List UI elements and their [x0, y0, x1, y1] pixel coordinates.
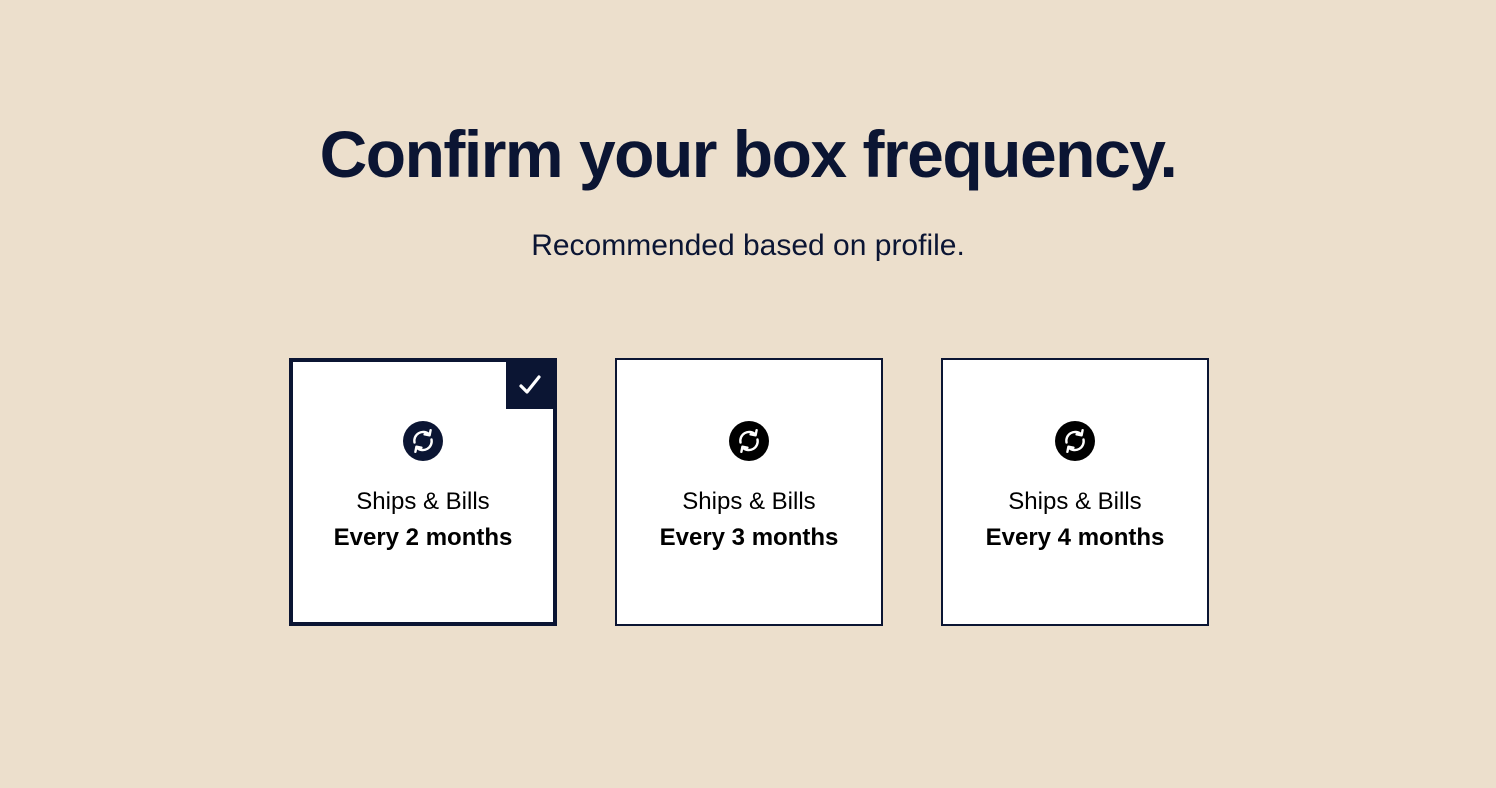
recurring-arrows-icon — [1055, 421, 1095, 461]
frequency-option-3-months[interactable]: Ships & Bills Every 3 months — [615, 358, 883, 626]
page-title: Confirm your box frequency. — [319, 117, 1178, 191]
recurring-arrows-icon — [729, 421, 769, 461]
option-frequency-label: Every 4 months — [985, 524, 1165, 551]
selected-check-badge — [506, 361, 554, 409]
frequency-option-4-months[interactable]: Ships & Bills Every 4 months — [941, 358, 1209, 626]
option-frequency-label: Every 3 months — [659, 524, 839, 551]
page-subtitle: Recommended based on profile. — [531, 229, 965, 262]
option-label-ships-bills: Ships & Bills — [356, 488, 490, 515]
checkmark-icon — [519, 375, 541, 394]
recurring-arrows-icon — [403, 421, 443, 461]
option-label-ships-bills: Ships & Bills — [1008, 488, 1142, 515]
option-label-ships-bills: Ships & Bills — [682, 488, 816, 515]
option-frequency-label: Every 2 months — [333, 524, 513, 551]
frequency-options: Ships & Bills Every 2 months Ships & Bil… — [289, 358, 1209, 626]
frequency-option-2-months[interactable]: Ships & Bills Every 2 months — [289, 358, 557, 626]
